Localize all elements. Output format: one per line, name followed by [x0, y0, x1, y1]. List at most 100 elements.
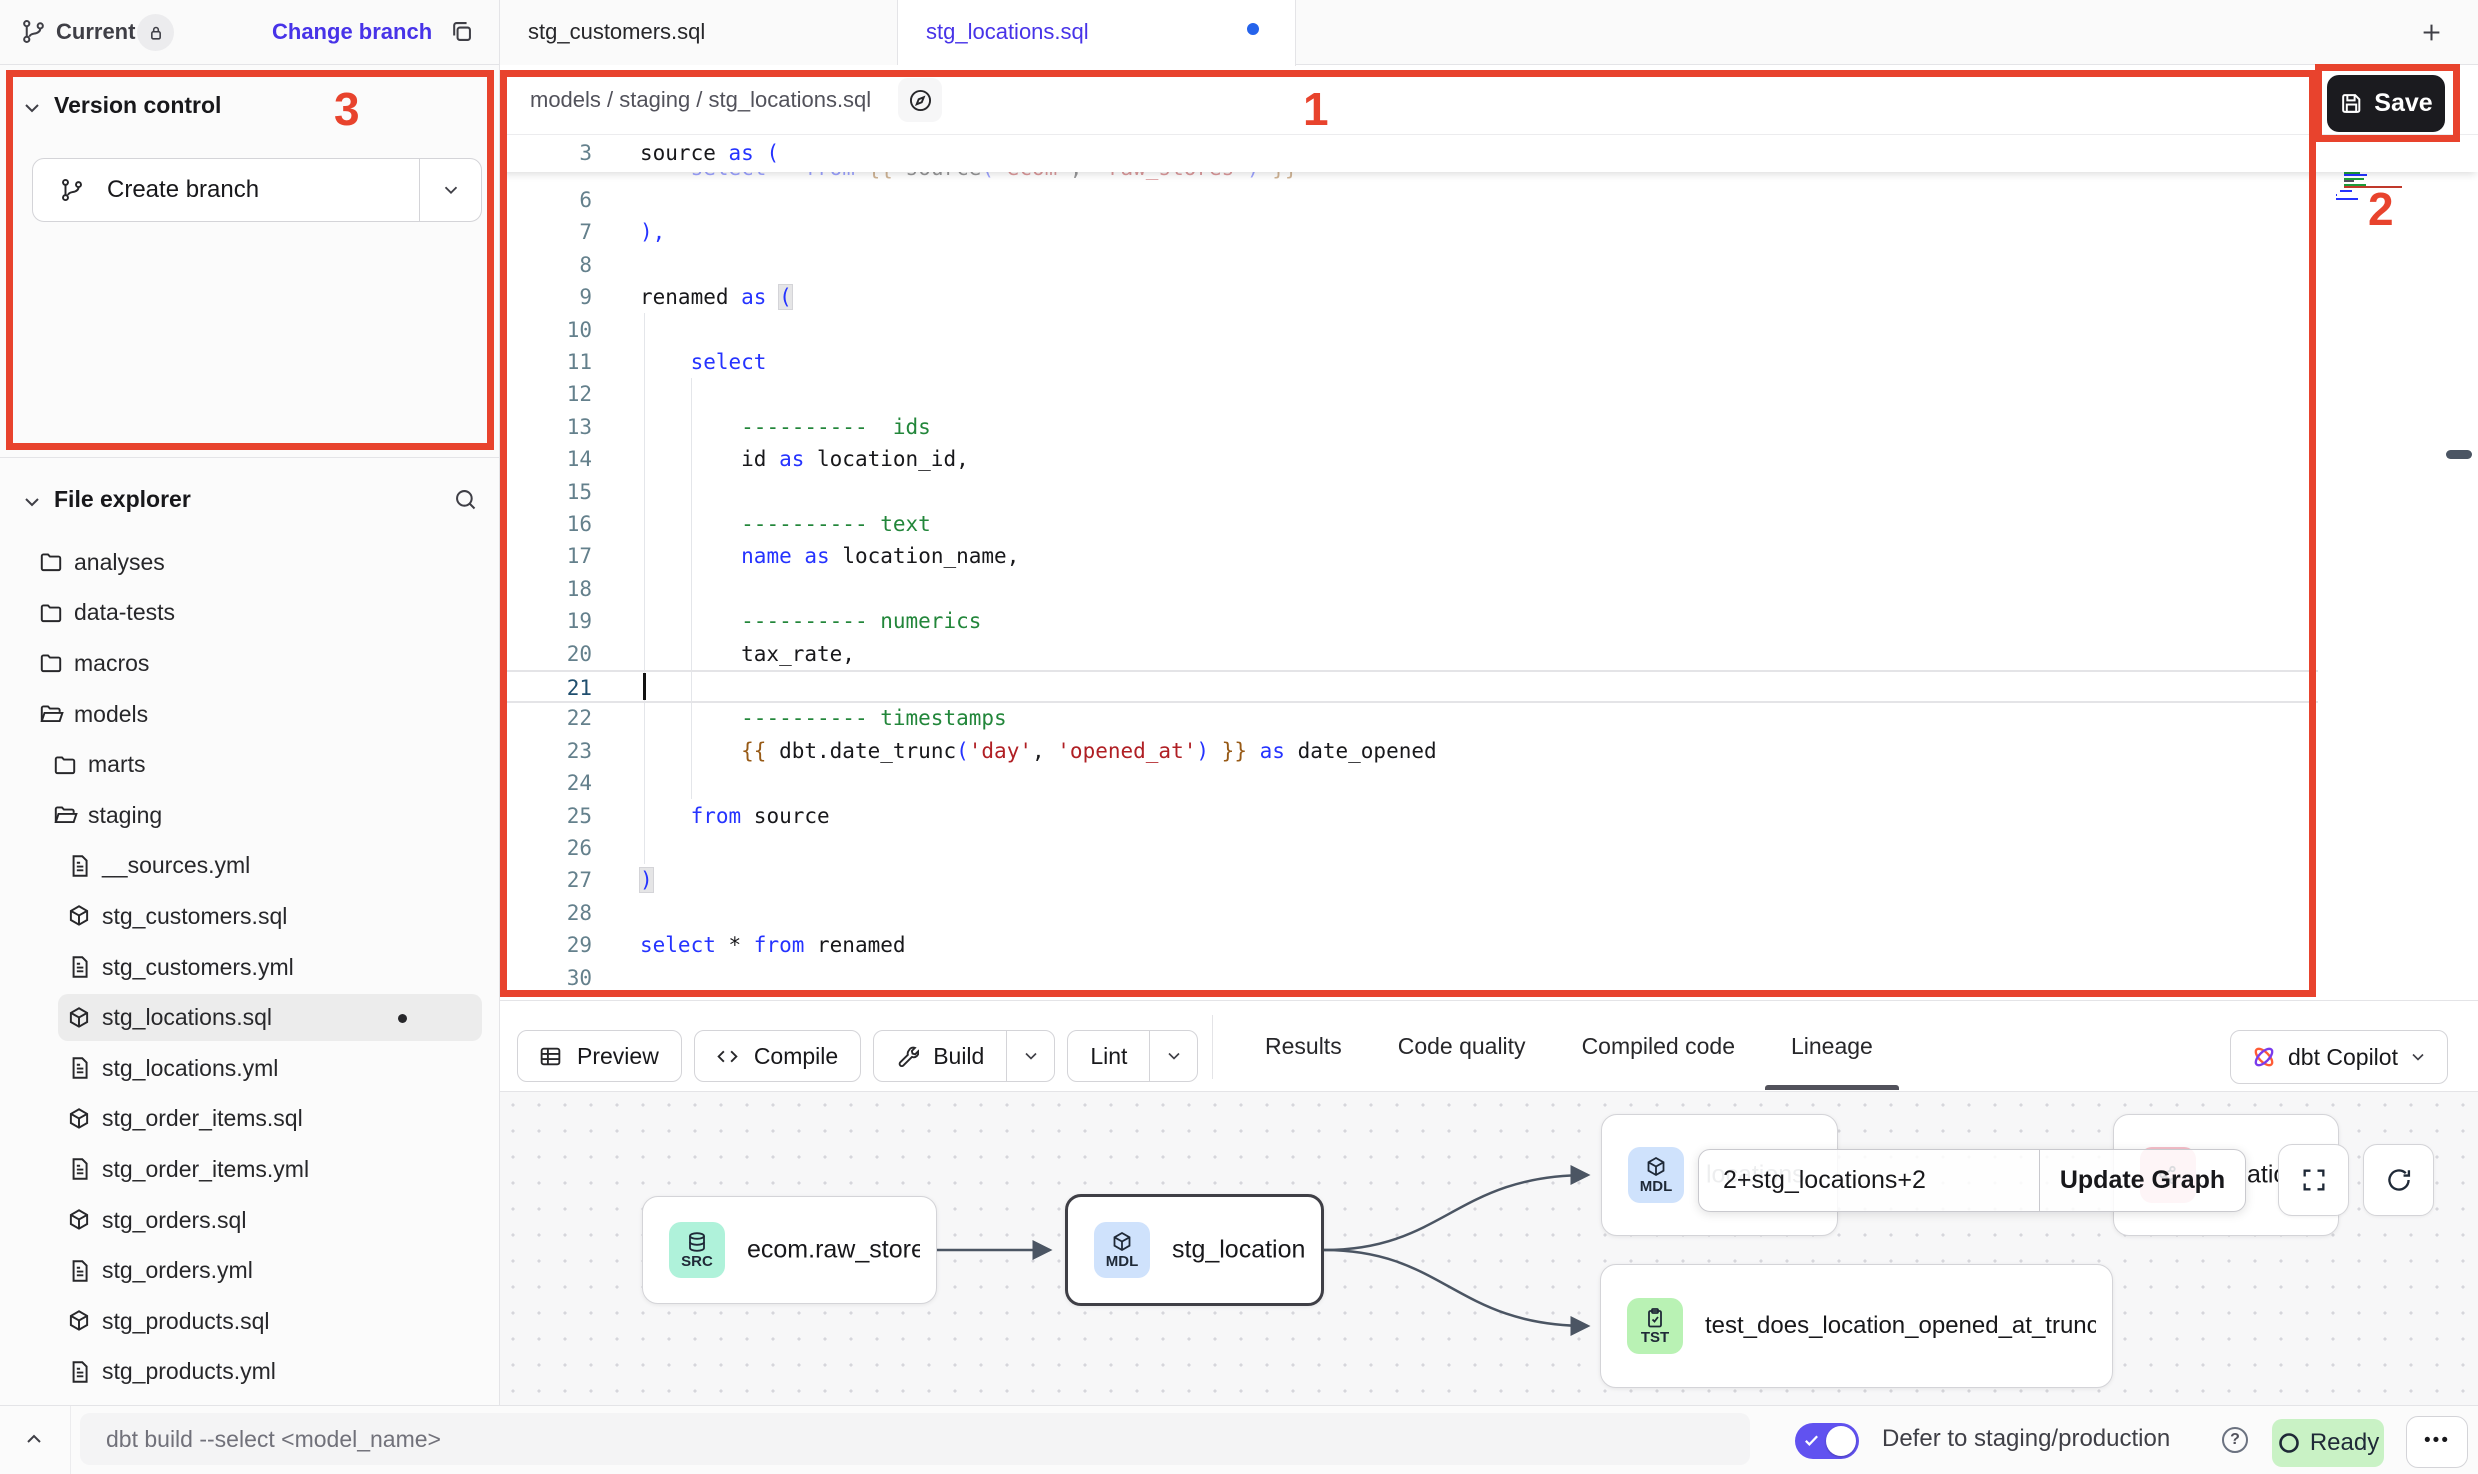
file-item-stg_order_items.yml[interactable]: stg_order_items.yml	[0, 1144, 500, 1195]
lineage-node-ecom.raw_stores[interactable]: SRCecom.raw_stores	[642, 1196, 937, 1304]
create-branch-menu[interactable]	[419, 159, 481, 221]
tab-stg_locations.sql[interactable]: stg_locations.sql	[898, 0, 1296, 66]
file-item-stg_orders.yml[interactable]: stg_orders.yml	[0, 1245, 500, 1296]
compile-button[interactable]: Compile	[694, 1030, 861, 1082]
code-token: dbt.date_trunc	[766, 739, 956, 763]
preview-button[interactable]: Preview	[517, 1030, 682, 1082]
code-token: source	[741, 804, 830, 828]
search-icon[interactable]	[452, 486, 479, 513]
lineage-node-test_does_location_opened_at_trunc_t...[interactable]: TSTtest_does_location_opened_at_trunc_t.…	[1600, 1264, 2113, 1388]
file-item-macros[interactable]: macros	[0, 638, 500, 689]
file-item-__sources.yml[interactable]: __sources.yml	[0, 841, 500, 892]
tab-results[interactable]: Results	[1265, 1033, 1342, 1060]
code-token: select	[640, 933, 716, 957]
code-line-23[interactable]: 23 {{ dbt.date_trunc('day', 'opened_at')…	[500, 735, 2318, 768]
code-token	[640, 544, 741, 568]
code-line-24[interactable]: 24	[500, 767, 2318, 800]
folder-icon	[38, 650, 64, 676]
lineage-canvas[interactable]: SRCecom.raw_storesMDLstg_locationsMDLloc…	[500, 1092, 2478, 1405]
build-menu[interactable]	[1006, 1031, 1054, 1081]
fullscreen-button[interactable]	[2278, 1144, 2349, 1216]
file-item-stg_products.yml[interactable]: stg_products.yml	[0, 1347, 500, 1398]
code-line-17[interactable]: 17 name as location_name,	[500, 540, 2318, 573]
code-token: source	[640, 141, 729, 165]
code-line-6[interactable]: 6	[500, 184, 2318, 217]
open-in-explorer-button[interactable]	[898, 78, 942, 122]
code-line-16[interactable]: 16 ---------- text	[500, 508, 2318, 541]
code-line-28[interactable]: 28	[500, 897, 2318, 930]
tab-compiled-code[interactable]: Compiled code	[1582, 1033, 1735, 1060]
copy-icon[interactable]	[448, 18, 475, 45]
code-line-9[interactable]: 9renamed as (	[500, 281, 2318, 314]
code-line-15[interactable]: 15	[500, 476, 2318, 509]
lint-menu[interactable]	[1149, 1031, 1197, 1081]
code-line-21[interactable]: 21	[500, 670, 2318, 703]
tab-stg_customers.sql[interactable]: stg_customers.sql	[500, 0, 898, 65]
file-item-staging[interactable]: staging	[0, 790, 500, 841]
dbt-command-input[interactable]	[80, 1413, 1750, 1465]
dbt-ide-window: Current Change branch stg_customers.sqls…	[0, 0, 2478, 1474]
line-number: 29	[500, 929, 592, 962]
lint-button[interactable]: Lint	[1067, 1030, 1198, 1082]
button-label: Preview	[577, 1043, 659, 1070]
tab-lineage[interactable]: Lineage	[1791, 1033, 1873, 1060]
code-line-7[interactable]: 7),	[500, 216, 2318, 249]
collapse-panel-button[interactable]	[12, 1417, 56, 1461]
code-line-14[interactable]: 14 id as location_id,	[500, 443, 2318, 476]
refresh-button[interactable]	[2363, 1144, 2434, 1216]
model-icon	[66, 1207, 92, 1233]
code-line-10[interactable]: 10	[500, 314, 2318, 347]
line-number: 9	[500, 281, 592, 314]
line-number: 22	[500, 702, 592, 735]
save-button[interactable]: Save	[2327, 75, 2445, 132]
top-bar: Current Change branch stg_customers.sqls…	[0, 0, 2478, 65]
code-editor[interactable]: select * from {{ source('ecom', 'raw_sto…	[500, 135, 2478, 1000]
update-graph-button[interactable]: Update Graph	[2039, 1150, 2245, 1211]
file-item-stg_customers.yml[interactable]: stg_customers.yml	[0, 942, 500, 993]
line-number: 18	[500, 573, 592, 606]
unsaved-dot	[398, 1014, 407, 1023]
file-item-marts[interactable]: marts	[0, 739, 500, 790]
code-line-30[interactable]: 30	[500, 962, 2318, 995]
dbt-copilot-button[interactable]: dbt Copilot	[2230, 1030, 2448, 1084]
file-item-stg_order_items.sql[interactable]: stg_order_items.sql	[0, 1094, 500, 1145]
scrollbar-thumb[interactable]	[2446, 450, 2472, 459]
new-tab-icon[interactable]	[2418, 19, 2445, 46]
code-line-27[interactable]: 27)	[500, 864, 2318, 897]
file-item-data-tests[interactable]: data-tests	[0, 588, 500, 639]
change-branch-link[interactable]: Change branch	[272, 0, 432, 64]
code-line-20[interactable]: 20 tax_rate,	[500, 638, 2318, 671]
file-item-stg_locations.yml[interactable]: stg_locations.yml	[0, 1043, 500, 1094]
lineage-selector-input[interactable]: 2+stg_locations+2	[1699, 1150, 2039, 1211]
defer-toggle[interactable]	[1795, 1423, 1859, 1459]
file-item-models[interactable]: models	[0, 689, 500, 740]
code-line-18[interactable]: 18	[500, 573, 2318, 606]
create-branch-button[interactable]: Create branch	[32, 158, 482, 222]
file-item-stg_customers.sql[interactable]: stg_customers.sql	[0, 891, 500, 942]
code-line-12[interactable]: 12	[500, 378, 2318, 411]
file-explorer-header[interactable]: File explorer	[0, 482, 500, 522]
tab-code-quality[interactable]: Code quality	[1398, 1033, 1526, 1060]
code-line-8[interactable]: 8	[500, 249, 2318, 282]
file-item-stg_orders.sql[interactable]: stg_orders.sql	[0, 1195, 500, 1246]
code-token	[766, 285, 779, 309]
minimap-line	[2344, 174, 2367, 176]
code-token: from	[754, 933, 805, 957]
help-icon[interactable]: ?	[2222, 1427, 2248, 1453]
file-item-stg_products.sql[interactable]: stg_products.sql	[0, 1296, 500, 1347]
more-options-button[interactable]: •••	[2406, 1416, 2468, 1468]
file-item-analyses[interactable]: analyses	[0, 537, 500, 588]
code-line-19[interactable]: 19 ---------- numerics	[500, 605, 2318, 638]
code-line-13[interactable]: 13 ---------- ids	[500, 411, 2318, 444]
file-item-stg_locations.sql[interactable]: stg_locations.sql	[0, 992, 500, 1043]
code-line-22[interactable]: 22 ---------- timestamps	[500, 702, 2318, 735]
code-line-25[interactable]: 25 from source	[500, 800, 2318, 833]
code-line-11[interactable]: 11 select	[500, 346, 2318, 379]
file-icon	[66, 853, 92, 879]
lineage-node-stg_locations[interactable]: MDLstg_locations	[1065, 1194, 1324, 1306]
code-line-26[interactable]: 26	[500, 832, 2318, 865]
code-line-29[interactable]: 29select * from renamed	[500, 929, 2318, 962]
file-icon	[66, 1258, 92, 1284]
build-button[interactable]: Build	[873, 1030, 1055, 1082]
version-control-header[interactable]: Version control	[0, 88, 500, 128]
